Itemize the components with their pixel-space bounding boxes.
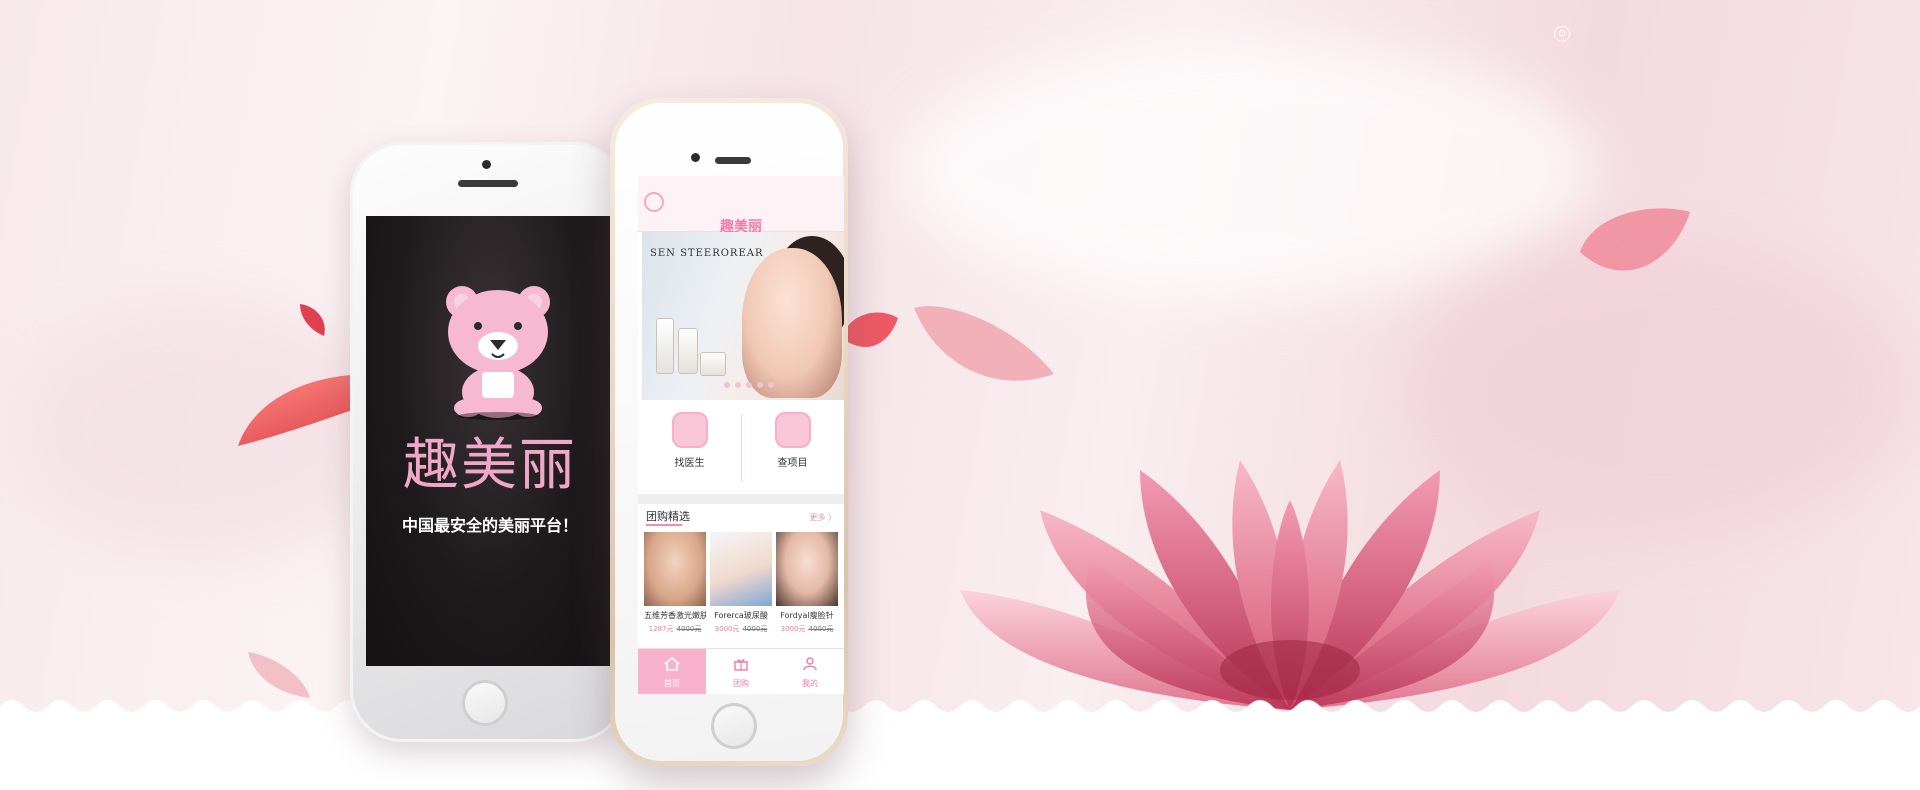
home-button bbox=[462, 680, 508, 726]
price-original: 4000元 bbox=[742, 625, 768, 633]
product-card[interactable]: Fordyal瘦脸针 3000元 4000元 bbox=[776, 532, 838, 634]
carousel-dot[interactable] bbox=[746, 382, 752, 388]
price-now: 1287元 bbox=[648, 625, 674, 633]
app-home-screen: 趣美丽 SEN STEEROREAR 找医生 查项目 团购精选 更多 〉 五维芳… bbox=[638, 176, 844, 694]
front-camera bbox=[482, 160, 491, 169]
carousel-dot[interactable] bbox=[724, 382, 730, 388]
gift-icon bbox=[734, 659, 748, 671]
more-link[interactable]: 更多 〉 bbox=[809, 512, 836, 523]
front-camera bbox=[691, 153, 700, 162]
rose-petal-image bbox=[914, 306, 1054, 381]
product-image bbox=[644, 532, 706, 606]
carousel-dots[interactable] bbox=[724, 382, 774, 388]
product-name: Forerca玻尿酸 bbox=[714, 611, 768, 620]
splash-slogan: 中国最安全的美丽平台！ bbox=[401, 516, 578, 535]
search-icon[interactable] bbox=[644, 192, 664, 212]
tab-mine[interactable]: 我的 bbox=[776, 649, 844, 694]
model-face-image bbox=[742, 248, 842, 398]
info-icon[interactable]: ⊙ bbox=[1554, 26, 1570, 42]
app-header: 趣美丽 bbox=[638, 176, 844, 235]
rose-petal-image bbox=[1580, 208, 1690, 271]
quick-link-find-doctor[interactable]: 找医生 bbox=[638, 406, 741, 490]
tab-label: 我的 bbox=[802, 679, 818, 688]
product-card[interactable]: Forerca玻尿酸 3000元 4000元 bbox=[710, 532, 772, 634]
carousel-dot[interactable] bbox=[735, 382, 741, 388]
bear-mascot-icon bbox=[446, 286, 550, 420]
product-image bbox=[710, 532, 772, 606]
product-price: 3000元 4000元 bbox=[710, 624, 772, 634]
product-card[interactable]: 五维芳香激光嫩肤 1287元 4000元 bbox=[644, 532, 706, 634]
quick-link-label: 找医生 bbox=[674, 458, 705, 469]
user-icon bbox=[803, 657, 817, 671]
price-now: 3000元 bbox=[714, 625, 740, 633]
lotus-flower-image bbox=[960, 460, 1620, 710]
tab-label: 团购 bbox=[733, 679, 749, 688]
cosmetic-jar-icon bbox=[678, 328, 698, 374]
wave-divider bbox=[0, 700, 1920, 790]
section-underline bbox=[646, 524, 682, 526]
price-original: 4000元 bbox=[676, 625, 702, 633]
product-image bbox=[776, 532, 838, 606]
price-now: 3000元 bbox=[780, 625, 806, 633]
carousel-dot[interactable] bbox=[768, 382, 774, 388]
home-button bbox=[711, 703, 757, 749]
price-original: 4000元 bbox=[808, 625, 834, 633]
hero-banner: 趣美丽 中国最安全的美丽平台！ 趣美丽 SEN STEEROREAR 找医生 查… bbox=[0, 0, 1920, 790]
promo-brand: SEN STEEROREAR bbox=[650, 248, 764, 259]
tab-home[interactable]: 首页 bbox=[638, 649, 706, 694]
rose-petal-image bbox=[248, 652, 310, 698]
splash-app-title: 趣美丽 bbox=[403, 433, 577, 498]
cosmetic-jar-icon bbox=[700, 352, 726, 376]
bottom-tab-bar: 首页 团购 我的 bbox=[638, 648, 844, 694]
rose-petal-image bbox=[300, 304, 325, 336]
earpiece-speaker bbox=[715, 157, 751, 164]
product-price: 3000元 4000元 bbox=[776, 624, 838, 634]
tab-label: 首页 bbox=[664, 679, 680, 688]
product-name: 五维芳香激光嫩肤 bbox=[644, 611, 706, 620]
home-icon bbox=[664, 656, 680, 671]
project-icon bbox=[774, 412, 811, 448]
tab-group-buy[interactable]: 团购 bbox=[707, 649, 775, 694]
silk-highlight bbox=[900, 40, 1600, 300]
quick-link-label: 查项目 bbox=[777, 458, 808, 469]
carousel-dot[interactable] bbox=[757, 382, 763, 388]
cosmetic-jar-icon bbox=[656, 318, 674, 374]
doctor-icon bbox=[671, 412, 708, 448]
product-price: 1287元 4000元 bbox=[644, 624, 706, 634]
product-name: Fordyal瘦脸针 bbox=[780, 611, 834, 620]
quick-link-check-project[interactable]: 查项目 bbox=[741, 406, 844, 490]
section-separator bbox=[638, 494, 844, 504]
earpiece-speaker bbox=[458, 180, 518, 187]
section-title: 团购精选 bbox=[646, 510, 690, 523]
promo-banner[interactable]: SEN STEEROREAR bbox=[642, 232, 844, 400]
